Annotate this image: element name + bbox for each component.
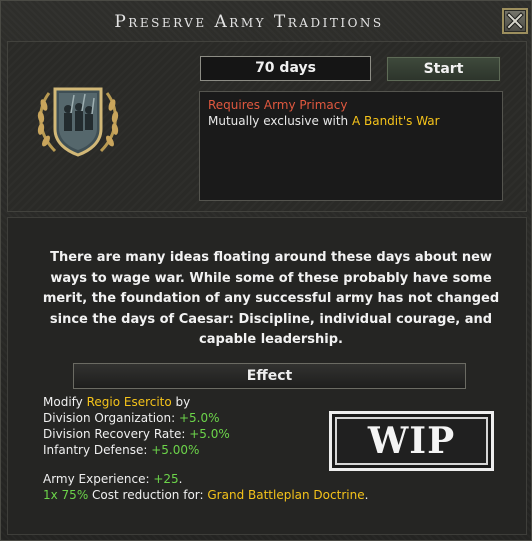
- modify-line: Modify Regio Esercito by: [43, 394, 373, 410]
- cost-reduction-line: 1x 75% Cost reduction for: Grand Battlep…: [43, 487, 373, 503]
- cost-suffix: .: [364, 488, 369, 502]
- army-emblem-icon: [37, 87, 119, 157]
- duration-field: 70 days: [200, 56, 371, 81]
- modifier-value: +5.0%: [178, 411, 220, 425]
- modifier-value: +5.00%: [151, 443, 200, 457]
- cost-multiplier: 1x 75%: [43, 488, 89, 502]
- decision-window: Preserve Army Traditions 70 days Start R…: [0, 0, 532, 541]
- modifier-label: Division Recovery Rate:: [43, 427, 190, 441]
- modifier-value: +5.0%: [189, 427, 230, 441]
- modifier-label: Division Organization:: [43, 411, 179, 425]
- modifier-line: Division Organization: +5.0%: [43, 410, 373, 426]
- army-xp-suffix: .: [178, 472, 183, 486]
- effect-list: Modify Regio Esercito by Division Organi…: [43, 394, 373, 503]
- modifier-line: Infantry Defense: +5.00%: [43, 442, 373, 458]
- effect-header: Effect: [73, 363, 466, 389]
- requirement-text: Requires Army Primacy: [208, 98, 348, 112]
- exclusive-line: Mutually exclusive with A Bandit's War: [208, 113, 502, 129]
- wip-badge: WIP: [329, 411, 494, 471]
- army-xp-line: Army Experience: +25.: [43, 471, 373, 487]
- start-button[interactable]: Start: [386, 56, 501, 82]
- cost-text: Cost reduction for:: [88, 488, 208, 502]
- requirements-box: Requires Army Primacy Mutually exclusive…: [199, 91, 503, 201]
- modify-prefix: Modify: [43, 395, 87, 409]
- modifier-line: Division Recovery Rate: +5.0%: [43, 426, 373, 442]
- army-xp-label: Army Experience:: [43, 472, 154, 486]
- exclusive-prefix: Mutually exclusive with: [208, 114, 352, 128]
- close-button[interactable]: [502, 8, 528, 34]
- exclusive-target: A Bandit's War: [351, 114, 440, 128]
- modifier-label: Infantry Defense:: [43, 443, 152, 457]
- army-xp-value: +25: [153, 472, 179, 486]
- window-title: Preserve Army Traditions: [114, 12, 384, 32]
- close-icon: [506, 12, 524, 30]
- decision-description: There are many ideas floating around the…: [42, 250, 500, 347]
- modify-target: Regio Esercito: [86, 395, 172, 409]
- modify-suffix: by: [171, 395, 191, 409]
- cost-target: Grand Battleplan Doctrine: [207, 488, 365, 502]
